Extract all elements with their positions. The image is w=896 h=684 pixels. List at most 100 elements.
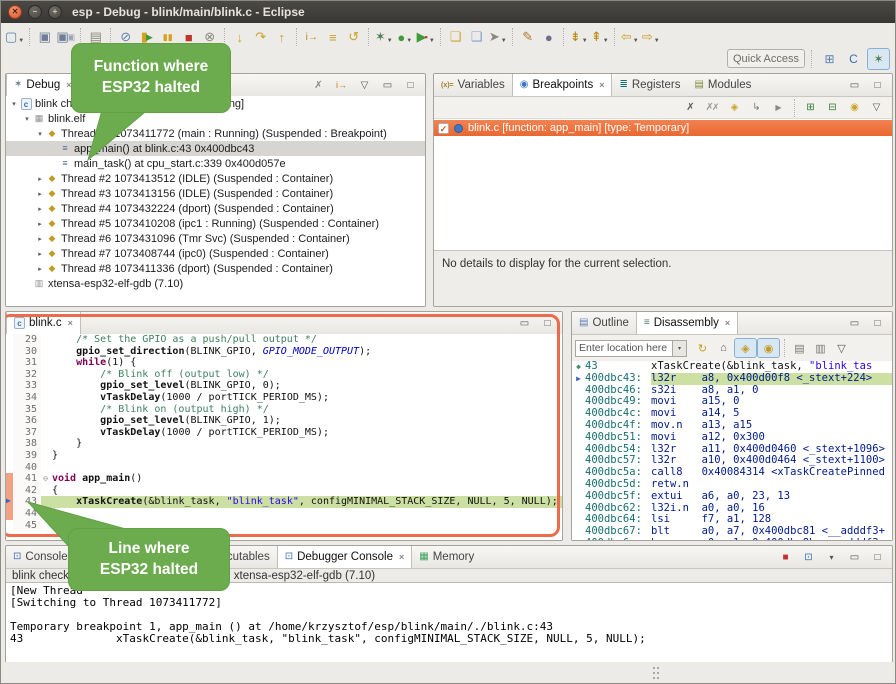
open-perspective-button[interactable]: ⊞ bbox=[819, 49, 840, 69]
disassembly-row[interactable]: 400dbc4f:mov.n a13, a15 bbox=[572, 420, 892, 432]
debug-tree-row[interactable]: ▸◆Thread #4 1073432224 (dport) (Suspende… bbox=[6, 201, 425, 216]
disassembly-row[interactable]: ▶400dbc43:l32r a8, 0x400d00f8 <_stext+22… bbox=[572, 373, 892, 385]
minimize-button[interactable]: ▭ bbox=[844, 314, 865, 332]
debug-tree-row[interactable]: ≡main_task() at cpu_start.c:339 0x400d05… bbox=[6, 156, 425, 171]
editor-line[interactable]: 32 /* Blink off (output low) */ bbox=[6, 369, 562, 381]
editor-line[interactable]: ▶43 xTaskCreate(&blink_task, "blink_task… bbox=[6, 496, 562, 508]
editor-line[interactable]: 38 } bbox=[6, 438, 562, 450]
minimize-button[interactable]: ▭ bbox=[377, 76, 398, 94]
editor-line[interactable]: 34 vTaskDelay(1000 / portTICK_PERIOD_MS)… bbox=[6, 392, 562, 404]
debug-tree-row[interactable]: ▸◆Thread #5 1073410208 (ipc1 : Running) … bbox=[6, 216, 425, 231]
chevron-down-icon[interactable]: ▾ bbox=[672, 341, 686, 356]
editor-line[interactable]: 40 bbox=[6, 462, 562, 474]
debug-perspective-button[interactable]: ✶ bbox=[867, 48, 890, 70]
tab-disassembly[interactable]: ≡ Disassembly × bbox=[636, 312, 738, 334]
debug-tree-row[interactable]: ▸◆Thread #6 1073431096 (Tmr Svc) (Suspen… bbox=[6, 231, 425, 246]
close-icon[interactable]: × bbox=[599, 80, 604, 90]
view-menu-button[interactable]: ▽ bbox=[866, 99, 887, 116]
close-icon[interactable]: × bbox=[399, 552, 404, 562]
save-all-button[interactable]: ▣▣ bbox=[55, 27, 76, 47]
pin-view-button[interactable]: ▥ bbox=[810, 339, 831, 357]
drop-to-frame-button[interactable]: ↺ bbox=[343, 27, 364, 47]
breakpoint-checkbox[interactable]: ✓ bbox=[438, 123, 449, 134]
tab-breakpoints[interactable]: ◉ Breakpoints × bbox=[512, 74, 613, 96]
view-menu-button[interactable]: ▽ bbox=[831, 339, 852, 357]
build-button[interactable]: ✎ bbox=[517, 27, 538, 47]
quick-access-button[interactable]: Quick Access bbox=[727, 49, 805, 68]
instruction-stepping-button[interactable]: i→ bbox=[301, 27, 322, 47]
close-icon[interactable]: × bbox=[68, 318, 73, 328]
disassembly-row[interactable]: 400dbc5f:extui a6, a0, 23, 13 bbox=[572, 491, 892, 503]
cpp-perspective-button[interactable]: C bbox=[843, 49, 864, 69]
window-maximize-button[interactable]: + bbox=[48, 5, 62, 19]
sash-drag-handle[interactable] bbox=[653, 667, 659, 679]
maximize-button[interactable]: □ bbox=[867, 548, 888, 566]
editor-line[interactable]: 30 gpio_set_direction(BLINK_GPIO, GPIO_M… bbox=[6, 346, 562, 358]
editor-line[interactable]: 44} bbox=[6, 508, 562, 520]
home-button[interactable]: ⌂ bbox=[713, 339, 734, 357]
window-close-button[interactable]: ✕ bbox=[8, 5, 22, 19]
step-return-button[interactable]: ↑ bbox=[271, 27, 292, 47]
display-selected-console-button[interactable]: ⊡ bbox=[798, 548, 819, 566]
tab-outline[interactable]: ▤ Outline bbox=[572, 312, 636, 334]
debug-tree-row[interactable]: ▸◆Thread #7 1073408744 (ipc0) (Suspended… bbox=[6, 246, 425, 261]
go-to-file-button[interactable]: ↳ bbox=[746, 99, 767, 116]
close-icon[interactable]: × bbox=[725, 318, 730, 328]
minimize-button[interactable]: ▭ bbox=[844, 548, 865, 566]
maximize-button[interactable]: □ bbox=[400, 76, 421, 94]
show-breakpoints-for-button[interactable]: ◈ bbox=[724, 99, 745, 116]
editor-line[interactable]: 31 while(1) { bbox=[6, 357, 562, 369]
sync-context-button[interactable]: ◈ bbox=[734, 338, 757, 358]
tab-blink-c[interactable]: c blink.c × bbox=[6, 312, 81, 334]
fold-icon[interactable]: ⊖ bbox=[41, 473, 50, 485]
refresh-button[interactable]: ↻ bbox=[692, 339, 713, 357]
open-new-view-button[interactable]: ▤ bbox=[789, 339, 810, 357]
breakpoint-item[interactable]: ✓ blink.c [function: app_main] [type: Te… bbox=[434, 120, 892, 136]
instruction-stepping-toggle[interactable]: i→ bbox=[331, 76, 352, 94]
maximize-button[interactable]: □ bbox=[867, 76, 888, 94]
editor-line[interactable]: 41⊖void app_main() bbox=[6, 473, 562, 485]
debug-tree-row[interactable]: ▥xtensa-esp32-elf-gdb (7.10) bbox=[6, 276, 425, 291]
remove-breakpoint-button[interactable]: ✗ bbox=[680, 99, 701, 116]
tab-debug[interactable]: ✶ Debug × bbox=[6, 74, 80, 96]
console-list-caret[interactable]: ▾ bbox=[821, 548, 842, 566]
view-menu-button[interactable]: ▽ bbox=[354, 76, 375, 94]
use-step-filters-button[interactable]: ≡ bbox=[322, 27, 343, 47]
run-button[interactable]: ●▼ bbox=[394, 27, 415, 47]
new-c-project-button[interactable]: ❏ bbox=[445, 27, 466, 47]
open-element-button[interactable]: ❏ bbox=[466, 27, 487, 47]
disassembly-row[interactable]: 400dbc6a:bnone a0, a1, 0x400dbc8b <__add… bbox=[572, 538, 892, 540]
skip-all-button[interactable]: ▶ bbox=[768, 99, 789, 116]
show-source-button[interactable]: ◉ bbox=[757, 338, 780, 358]
editor-line[interactable]: 35 /* Blink on (output high) */ bbox=[6, 404, 562, 416]
external-tools-button[interactable]: ▶▪▼ bbox=[415, 27, 436, 47]
editor-line[interactable]: 39} bbox=[6, 450, 562, 462]
maximize-button[interactable]: □ bbox=[867, 314, 888, 332]
window-minimize-button[interactable]: – bbox=[28, 5, 42, 19]
minimize-button[interactable]: ▭ bbox=[844, 76, 865, 94]
disassembly-rows[interactable]: ◆43xTaskCreate(&blink_task, "blink_tas▶4… bbox=[572, 361, 892, 540]
location-input[interactable]: Enter location here ▾ bbox=[575, 340, 687, 357]
debug-tree-row[interactable]: ▾▦blink.elf bbox=[6, 111, 425, 126]
back-history-button[interactable]: ⇦▼ bbox=[619, 27, 640, 47]
editor-line[interactable]: 29 /* Set the GPIO as a push/pull output… bbox=[6, 334, 562, 346]
debug-tree-row[interactable]: ▸◆Thread #2 1073413512 (IDLE) (Suspended… bbox=[6, 171, 425, 186]
terminate-console-button[interactable]: ■ bbox=[775, 548, 796, 566]
tab-memory[interactable]: ▦ Memory bbox=[412, 546, 481, 568]
link-with-debug-button[interactable]: ◉ bbox=[844, 99, 865, 116]
collapse-all-button[interactable]: ⊟ bbox=[822, 99, 843, 116]
link-editor-button[interactable]: ⇞▼ bbox=[589, 27, 610, 47]
disassembly-row[interactable]: 400dbc5d:retw.n bbox=[572, 479, 892, 491]
maximize-button[interactable]: □ bbox=[537, 314, 558, 332]
debug-button[interactable]: ✶▼ bbox=[373, 27, 394, 47]
console-output[interactable]: [New Thread[Switching to Thread 10734117… bbox=[6, 582, 892, 663]
editor-line[interactable]: 37 vTaskDelay(1000 / portTICK_PERIOD_MS)… bbox=[6, 427, 562, 439]
debug-tree-row[interactable]: ▾◆Thread #1 1073411772 (main : Running) … bbox=[6, 126, 425, 141]
tab-console[interactable]: ⊡ Console bbox=[6, 546, 75, 568]
save-button[interactable]: ▣ bbox=[34, 27, 55, 47]
tab-registers[interactable]: ≣ Registers bbox=[612, 74, 687, 96]
remove-all-breakpoints-button[interactable]: ✗✗ bbox=[702, 99, 723, 116]
editor-line[interactable]: 36 gpio_set_level(BLINK_GPIO, 1); bbox=[6, 415, 562, 427]
disassembly-row[interactable]: 400dbc51:movi a12, 0x300 bbox=[572, 432, 892, 444]
search-button[interactable]: ● bbox=[538, 27, 559, 47]
